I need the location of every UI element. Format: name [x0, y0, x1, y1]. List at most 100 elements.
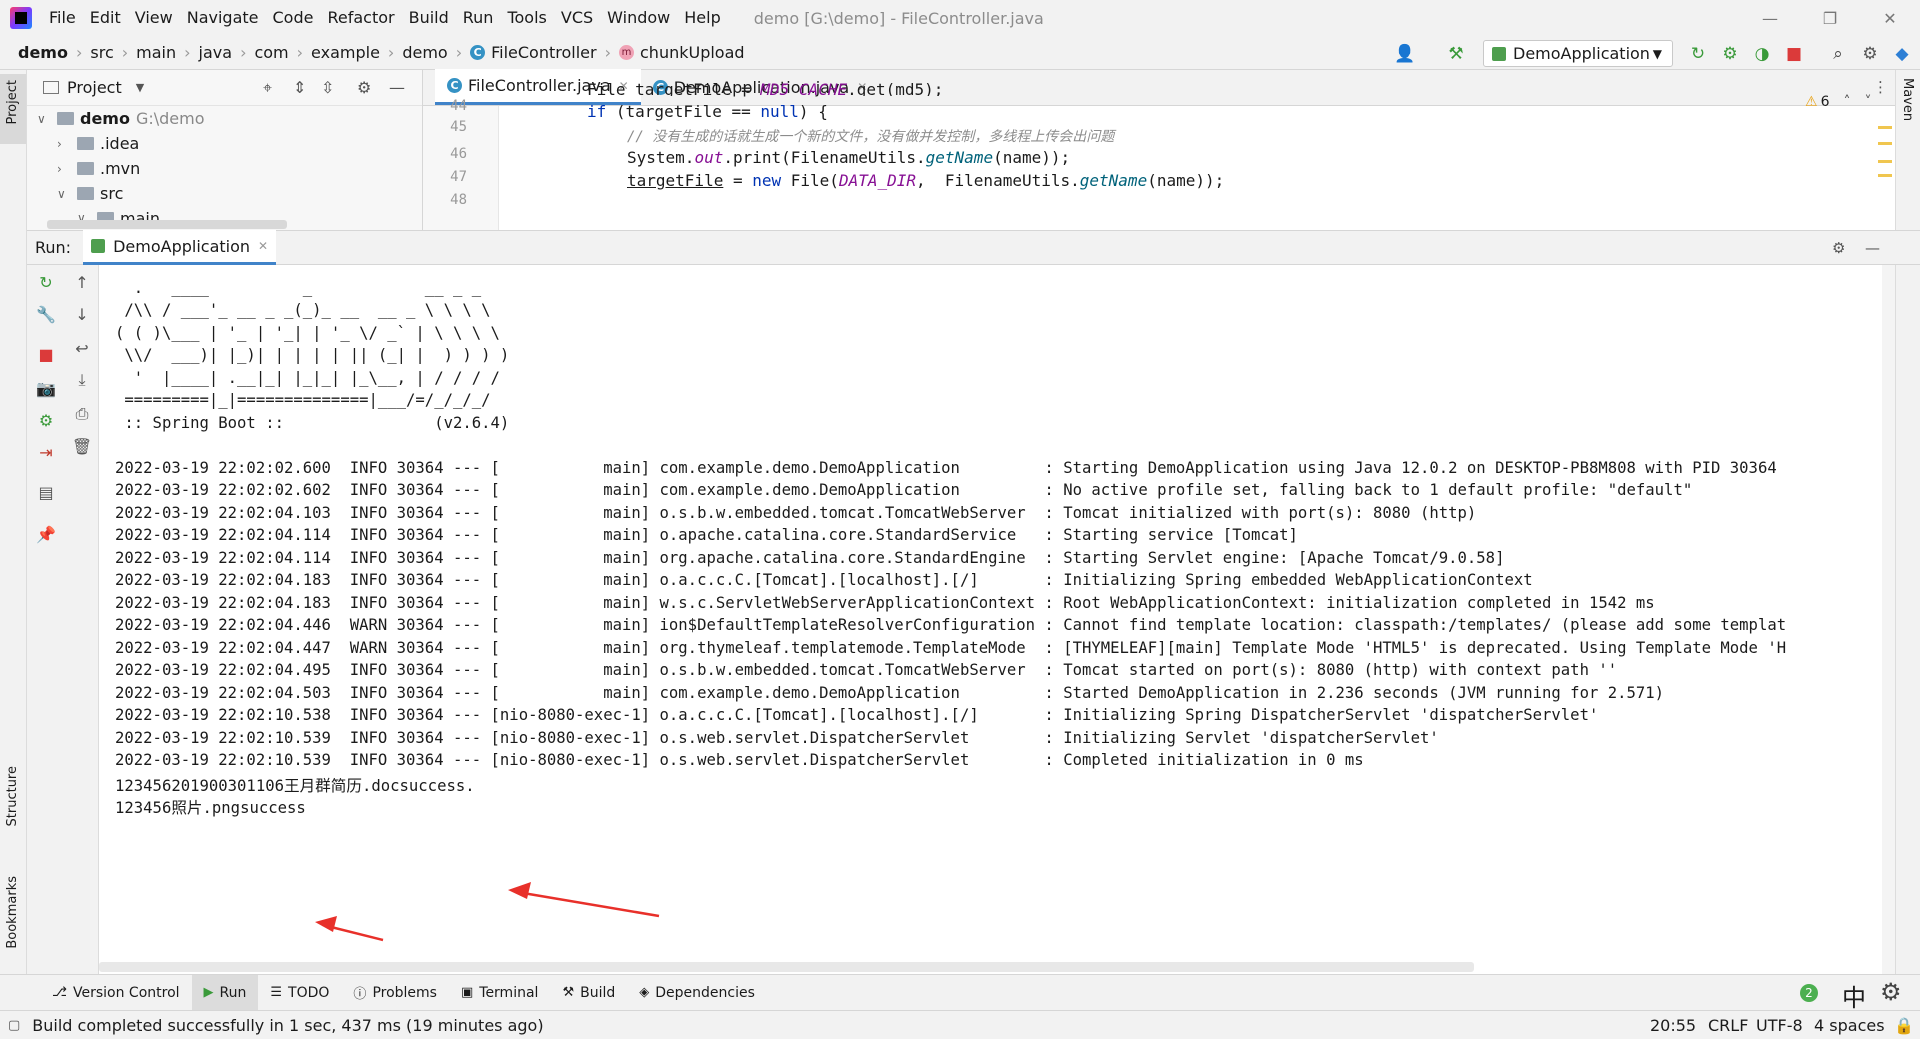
search-icon[interactable]: ⌕	[1826, 42, 1850, 66]
bookmarks-tool-window-button[interactable]: Bookmarks	[0, 870, 26, 965]
tab-todo[interactable]: ☰ TODO	[258, 975, 341, 1011]
menu-tools[interactable]: Tools	[500, 0, 553, 36]
breadcrumb-com[interactable]: com	[250, 43, 292, 62]
hide-panel-icon[interactable]: —	[389, 78, 405, 97]
layout-icon[interactable]: ▤	[35, 481, 57, 503]
breadcrumb-project[interactable]: demo	[14, 43, 72, 62]
project-tool-window-button[interactable]: Project	[0, 74, 26, 144]
line-separator[interactable]: CRLF	[1708, 1016, 1748, 1035]
rerun-icon[interactable]: ↻	[1686, 42, 1710, 66]
tab-terminal[interactable]: ▣ Terminal	[449, 975, 550, 1011]
breadcrumb-java[interactable]: java	[195, 43, 237, 62]
run-tab-demoapplication[interactable]: DemoApplication ✕	[83, 230, 277, 265]
more-tabs-icon[interactable]: ⋮	[1873, 78, 1888, 96]
menu-navigate[interactable]: Navigate	[180, 0, 266, 36]
menu-run[interactable]: Run	[456, 0, 501, 36]
code-line-44[interactable]: File targetFile = MD5_CACHE.get(md5);	[587, 80, 943, 96]
code-line-47[interactable]: System.out.print(FilenameUtils.getName(n…	[627, 148, 1070, 167]
notifications-badge[interactable]: 2	[1800, 984, 1818, 1002]
exit-icon[interactable]: ⇥	[35, 441, 57, 463]
ime-indicator[interactable]: 中	[1842, 978, 1866, 1013]
collapse-all-icon[interactable]: ⇳	[321, 78, 334, 97]
close-window-button[interactable]: ✕	[1860, 0, 1920, 36]
trash-icon[interactable]: 🗑	[71, 435, 93, 457]
indent-setting[interactable]: 4 spaces	[1814, 1016, 1885, 1035]
lock-icon[interactable]: 🔒	[1894, 1016, 1914, 1035]
user-icon[interactable]: 👤	[1393, 42, 1417, 66]
debug-bug-icon[interactable]: ⚙	[35, 409, 57, 431]
run-settings-gear-icon[interactable]: ⚙	[1832, 239, 1845, 257]
scroll-to-end-icon[interactable]: ⤓	[71, 369, 93, 391]
ime-settings-gear-icon[interactable]: ⚙	[1880, 978, 1902, 1006]
menu-vcs[interactable]: VCS	[554, 0, 600, 36]
tree-item-demo[interactable]: ∨ demo G:\demo	[37, 106, 205, 131]
minimize-button[interactable]: —	[1740, 0, 1800, 36]
breadcrumb-method[interactable]: m chunkUpload	[615, 43, 749, 62]
inspection-widget[interactable]: ⚠ 6 ˄ ˅	[1805, 94, 1871, 110]
tab-dependencies[interactable]: ◈ Dependencies	[627, 975, 767, 1011]
maven-tool-window-button[interactable]: Maven	[1896, 74, 1920, 154]
status-message[interactable]: Build completed successfully in 1 sec, 4…	[32, 1016, 543, 1035]
menu-code[interactable]: Code	[266, 0, 321, 36]
print-icon[interactable]: ⎙	[71, 403, 93, 425]
breadcrumb-main[interactable]: main	[132, 43, 180, 62]
pin-icon[interactable]: 📌	[35, 523, 57, 545]
stop-icon[interactable]: ■	[1782, 42, 1806, 66]
menu-edit[interactable]: Edit	[83, 0, 128, 36]
options-gear-icon[interactable]: ⚙	[357, 78, 371, 97]
code-line-45[interactable]: if (targetFile == null) {	[587, 102, 828, 121]
tab-run[interactable]: ▶ Run	[191, 974, 259, 1011]
menu-build[interactable]: Build	[402, 0, 456, 36]
code-line-46[interactable]: // 没有生成的话就生成一个新的文件，没有做并发控制，多线程上传会出问题	[627, 126, 1114, 146]
menu-refactor[interactable]: Refactor	[320, 0, 401, 36]
tab-problems[interactable]: ⓘ Problems	[341, 975, 449, 1011]
breadcrumb-class[interactable]: C FileController	[466, 43, 600, 62]
console-horizontal-scrollbar[interactable]	[99, 962, 1474, 972]
toolbox-icon[interactable]: ◆	[1890, 42, 1914, 66]
layout-toggle-icon[interactable]: ▢	[8, 1018, 20, 1033]
next-highlight-icon[interactable]: ˅	[1864, 94, 1871, 110]
caret-position[interactable]: 20:55	[1650, 1016, 1696, 1035]
tree-item-src[interactable]: ∨ src	[57, 181, 123, 206]
stop-icon[interactable]: ■	[35, 343, 57, 365]
menu-view[interactable]: View	[128, 0, 180, 36]
tree-item-mvn[interactable]: › .mvn	[57, 156, 140, 181]
project-panel-title[interactable]: Project	[67, 78, 122, 97]
breadcrumb-example[interactable]: example	[307, 43, 384, 62]
debug-icon[interactable]: ⚙	[1718, 42, 1742, 66]
console-vertical-scrollbar[interactable]	[1882, 265, 1895, 974]
screenshot-camera-icon[interactable]: 📷	[35, 377, 57, 399]
menu-help[interactable]: Help	[677, 0, 727, 36]
menu-window[interactable]: Window	[600, 0, 677, 36]
rerun-icon[interactable]: ↻	[35, 271, 57, 293]
tree-item-idea[interactable]: › .idea	[57, 131, 139, 156]
error-stripe-marker[interactable]	[1878, 160, 1892, 163]
locate-icon[interactable]: ⌖	[263, 78, 272, 98]
maximize-button[interactable]: ❐	[1800, 0, 1860, 36]
run-configuration-select[interactable]: DemoApplication ▼	[1483, 40, 1673, 67]
settings-gear-icon[interactable]: ⚙	[1858, 42, 1882, 66]
soft-wrap-icon[interactable]: ↩	[71, 337, 93, 359]
close-tab-icon[interactable]: ✕	[258, 239, 268, 253]
modify-run-config-wrench-icon[interactable]: 🔧	[35, 303, 57, 325]
tab-build[interactable]: ⚒ Build	[550, 975, 627, 1011]
code-line-48[interactable]: targetFile = new File(DATA_DIR, Filename…	[627, 171, 1224, 190]
build-hammer-icon[interactable]: ⚒	[1444, 42, 1468, 66]
tab-version-control[interactable]: ⎇ Version Control	[40, 975, 192, 1011]
breadcrumb-demo[interactable]: demo	[398, 43, 451, 62]
previous-highlight-icon[interactable]: ˄	[1843, 94, 1850, 110]
file-encoding[interactable]: UTF-8	[1756, 1016, 1803, 1035]
down-arrow-icon[interactable]: ↓	[71, 303, 93, 325]
menu-file[interactable]: File	[42, 0, 83, 36]
error-stripe-marker[interactable]	[1878, 142, 1892, 145]
hide-run-window-icon[interactable]: —	[1865, 239, 1880, 257]
console-output[interactable]: . ____ _ __ _ _ /\\ / ___'_ __ _ _(_)_ _…	[99, 265, 1882, 974]
up-arrow-icon[interactable]: ↑	[71, 271, 93, 293]
project-horizontal-scrollbar[interactable]	[47, 220, 287, 229]
error-stripe-marker[interactable]	[1878, 126, 1892, 129]
expand-all-icon[interactable]: ⇕	[293, 78, 306, 97]
coverage-icon[interactable]: ◑	[1750, 42, 1774, 66]
breadcrumb-src[interactable]: src	[86, 43, 117, 62]
structure-tool-window-button[interactable]: Structure	[0, 760, 26, 850]
error-stripe-marker[interactable]	[1878, 174, 1892, 177]
